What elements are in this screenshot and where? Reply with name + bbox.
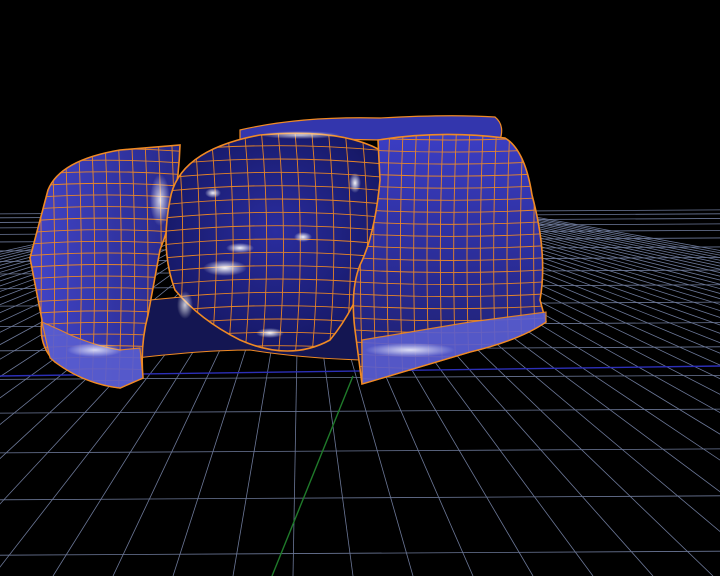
highlight-roof xyxy=(260,131,340,139)
highlight-cockpit-5 xyxy=(203,260,247,276)
highlight-cockpit-2 xyxy=(226,243,254,253)
highlight-cockpit-1 xyxy=(205,188,221,198)
highlight-cockpit-6 xyxy=(256,328,284,338)
highlight-left-mid xyxy=(177,291,193,319)
highlight-left-pod xyxy=(150,174,170,226)
highlight-left-splitter xyxy=(67,343,123,357)
z-axis-line xyxy=(271,375,354,576)
car-body-model[interactable] xyxy=(25,115,550,395)
3d-viewport[interactable] xyxy=(0,0,720,576)
highlight-cockpit-4 xyxy=(294,232,312,242)
viewport-canvas[interactable] xyxy=(0,0,720,576)
highlight-right-splitter xyxy=(365,343,455,357)
highlight-cockpit-3 xyxy=(349,173,361,193)
